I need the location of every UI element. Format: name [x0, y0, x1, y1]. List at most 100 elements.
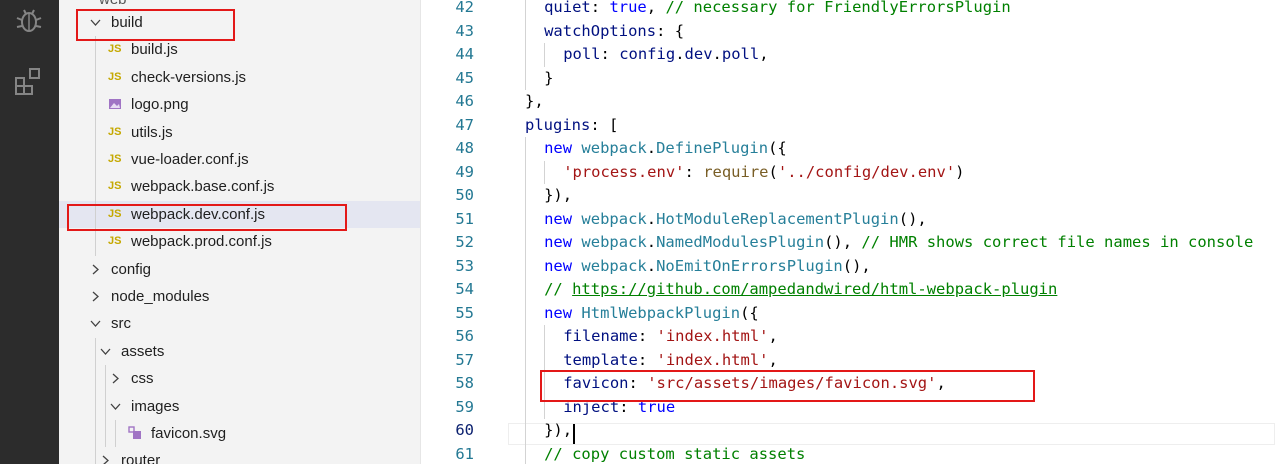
- tree-row[interactable]: JS check-versions.js: [59, 63, 420, 92]
- code-token: .: [646, 139, 657, 157]
- code-token: HtmlWebpackPlugin: [581, 303, 741, 322]
- tree-row[interactable]: assets: [59, 337, 420, 366]
- code-token: NamedModulesPlugin: [656, 233, 825, 251]
- code-line[interactable]: poll: config.dev.poll,: [563, 43, 768, 67]
- code-line[interactable]: new HtmlWebpackPlugin({: [544, 302, 759, 326]
- code-line[interactable]: filename: 'index.html',: [563, 325, 778, 349]
- tree-row[interactable]: router: [59, 447, 420, 464]
- code-token: 'index.html': [656, 327, 769, 345]
- indent-guide: [525, 254, 526, 278]
- tree-row[interactable]: favicon.svg: [59, 420, 420, 448]
- chevron-right-icon[interactable]: [100, 455, 111, 464]
- code-line[interactable]: // https://github.com/ampedandwired/html…: [544, 278, 1057, 302]
- line-number: 56: [455, 327, 474, 345]
- tree-row[interactable]: images: [59, 392, 420, 420]
- line-number: 60: [455, 421, 474, 439]
- code-line[interactable]: new webpack.NoEmitOnErrorsPlugin(),: [544, 255, 871, 279]
- indent-guide: [95, 146, 96, 174]
- tree-row[interactable]: src: [59, 310, 420, 337]
- chevron-down-icon[interactable]: [110, 401, 121, 412]
- code-token: :: [590, 0, 610, 16]
- extensions-icon[interactable]: [14, 66, 44, 96]
- tree-row[interactable]: JS utils.js: [59, 118, 420, 146]
- code-token: .: [675, 45, 685, 63]
- code-token: ({: [768, 139, 787, 157]
- tree-row[interactable]: node_modules: [59, 283, 420, 310]
- code-token: (),: [898, 209, 927, 228]
- tree-label: logo.png: [131, 96, 189, 114]
- code-line[interactable]: watchOptions: {: [544, 20, 684, 44]
- code-token: filename: [563, 327, 638, 345]
- tree-row[interactable]: css: [59, 365, 420, 393]
- code-line[interactable]: }),: [544, 184, 572, 208]
- code-line[interactable]: new webpack.HotModuleReplacementPlugin()…: [544, 208, 927, 232]
- line-number: 45: [455, 68, 474, 87]
- line-number: 58: [455, 374, 474, 392]
- tree-row[interactable]: config: [59, 256, 420, 283]
- code-token: webpack: [581, 209, 647, 228]
- tree-row[interactable]: JS webpack.base.conf.js: [59, 173, 420, 201]
- code-line[interactable]: quiet: true, // necessary for FriendlyEr…: [544, 0, 1011, 20]
- code-line[interactable]: plugins: [: [525, 114, 618, 138]
- chevron-down-icon[interactable]: [100, 346, 111, 357]
- js-file-icon: JS: [108, 180, 122, 193]
- code-token: }: [544, 68, 554, 87]
- code-token: :: [637, 350, 657, 369]
- indent-guide: [525, 160, 526, 184]
- tree-row[interactable]: JS vue-loader.conf.js: [59, 146, 420, 174]
- code-token: ,: [646, 0, 666, 16]
- code-token: 'index.html': [656, 350, 769, 369]
- code-token: watchOptions: [544, 21, 657, 40]
- tree-row[interactable]: JS webpack.prod.conf.js: [59, 228, 420, 256]
- code-line[interactable]: template: 'index.html',: [563, 349, 778, 373]
- code-token: poll: [721, 45, 760, 63]
- code-token: new: [544, 303, 582, 322]
- code-line[interactable]: }: [544, 67, 553, 91]
- indent-guide: [95, 91, 96, 119]
- code-token: :: [684, 162, 704, 181]
- indent-guide: [105, 392, 106, 420]
- indent-guide: [525, 137, 526, 161]
- chevron-right-icon[interactable]: [90, 291, 101, 302]
- line-number: 61: [455, 444, 474, 463]
- tree-label: config: [111, 260, 152, 278]
- code-token: (: [768, 162, 778, 181]
- code-token: quiet: [544, 0, 591, 16]
- js-file-icon: JS: [108, 125, 122, 138]
- indent-guide: [525, 231, 526, 255]
- tree-label: assets: [121, 342, 165, 360]
- image-file-icon: [108, 91, 122, 122]
- indent-guide: [544, 160, 546, 184]
- indent-guide: [115, 420, 116, 448]
- js-file-icon: JS: [108, 153, 122, 165]
- code-link[interactable]: https://github.com/ampedandwired/html-we…: [572, 280, 1057, 298]
- tree-label: css: [131, 370, 154, 388]
- code-line[interactable]: },: [525, 90, 544, 114]
- code-line[interactable]: }),: [544, 419, 572, 443]
- tree-label: images: [131, 397, 180, 415]
- debug-icon[interactable]: [14, 6, 44, 36]
- indent-guide: [95, 420, 96, 448]
- code-token: NoEmitOnErrorsPlugin: [656, 256, 843, 275]
- line-number: 44: [455, 45, 474, 63]
- code-token: true: [609, 0, 647, 16]
- tree-row[interactable]: logo.png: [59, 91, 420, 119]
- indent-guide: [544, 43, 546, 67]
- code-token: DefinePlugin: [656, 139, 769, 157]
- line-number: 47: [455, 115, 474, 134]
- code-token: webpack: [581, 256, 647, 275]
- code-token: }),: [544, 421, 573, 439]
- code-line[interactable]: 'process.env': require('../config/dev.en…: [563, 161, 964, 185]
- line-number: 55: [455, 303, 474, 322]
- code-line[interactable]: new webpack.NamedModulesPlugin(), // HMR…: [544, 231, 1253, 255]
- activity-bar: [0, 0, 59, 464]
- tree-label: node_modules: [111, 288, 210, 305]
- code-line[interactable]: new webpack.DefinePlugin({: [544, 137, 787, 161]
- code-token: }),: [544, 186, 573, 204]
- code-line[interactable]: // copy custom static assets: [544, 443, 805, 464]
- chevron-right-icon[interactable]: [90, 264, 101, 275]
- tree-label: src: [111, 315, 131, 333]
- chevron-down-icon[interactable]: [90, 318, 101, 329]
- chevron-right-icon[interactable]: [110, 373, 121, 384]
- code-token: new: [544, 139, 582, 157]
